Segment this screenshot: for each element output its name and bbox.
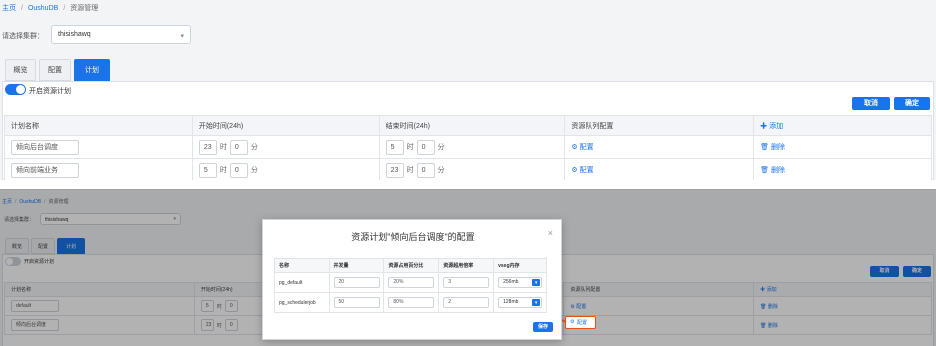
trash-icon: 🗑: [760, 167, 772, 174]
confirm-button[interactable]: 确定: [894, 97, 930, 110]
queue-name: pg_schedulerjob: [274, 292, 330, 313]
config-modal: 资源计划"倾向后台调度"的配置 × 名称 并发量 资源占用百分比 资源超用倍率 …: [262, 219, 562, 340]
breadcrumb: 主页 / OushuDB / 资源管理: [2, 3, 98, 13]
concurrency-input[interactable]: 20: [333, 277, 380, 288]
config-label: 配置: [577, 320, 588, 326]
gear-icon: ⚙: [571, 167, 580, 174]
modal-title: 资源计划"倾向后台调度"的配置: [351, 232, 475, 242]
plan-name-input[interactable]: 倾向后台调度: [11, 139, 79, 155]
header-queue-config: 资源队列配置: [564, 115, 755, 136]
tab-config[interactable]: 配置: [39, 59, 71, 81]
cluster-label: 请选择集群：: [2, 33, 44, 40]
gear-icon: ⚙: [570, 319, 575, 325]
table-row: 倾向后台调度 23 时 0 分 5时0分 ⚙ 配置 🗑 删除: [4, 135, 932, 159]
minute-label: 分: [250, 167, 258, 174]
header-start-time: 开始时间(24h): [191, 115, 380, 136]
plus-icon: ✚: [760, 122, 770, 130]
vseg-value: 128mb: [503, 299, 519, 305]
plan-table: 计划名称 开始时间(24h) 结束时间(24h) 资源队列配置 ✚ 添加 倾向后…: [4, 115, 932, 180]
header-percent: 资源占用百分比: [383, 258, 440, 273]
cluster-select-value: thisishawq: [58, 31, 91, 38]
table-header-row: 计划名称 开始时间(24h) 结束时间(24h) 资源队列配置 ✚ 添加: [4, 115, 932, 136]
end-hour-input[interactable]: 5: [385, 139, 404, 155]
plan-name-input[interactable]: 倾向前端业务: [11, 162, 79, 178]
end-hour-input[interactable]: 23: [385, 162, 404, 178]
modal-header-row: 名称 并发量 资源占用百分比 资源超用倍率 vseg内存: [274, 258, 547, 273]
resource-plan-toggle[interactable]: [5, 84, 26, 95]
toggle-label: 开启资源计划: [29, 88, 71, 95]
header-plan-name: 计划名称: [4, 115, 193, 136]
trash-icon: 🗑: [760, 144, 772, 151]
delete-label: 删除: [771, 144, 786, 151]
header-concurrency: 并发量: [328, 258, 385, 273]
overuse-input[interactable]: 2: [443, 297, 490, 308]
tab-overview[interactable]: 概览: [5, 59, 36, 81]
end-minute-input[interactable]: 0: [416, 139, 435, 155]
percent-input[interactable]: 80%: [388, 297, 435, 308]
hour-label: 时: [219, 144, 227, 151]
add-button[interactable]: ✚ 添加: [753, 115, 932, 136]
queue-config-table: 名称 并发量 资源占用百分比 资源超用倍率 vseg内存 pg_default …: [274, 258, 547, 313]
start-hour-input[interactable]: 5: [198, 162, 217, 178]
save-button[interactable]: 保存: [533, 322, 553, 332]
cluster-select[interactable]: thisishawq ▾: [51, 25, 191, 44]
highlighted-config-link[interactable]: ⚙ 配置: [565, 316, 596, 329]
hour-label: 时: [406, 144, 414, 151]
concurrency-input[interactable]: 50: [333, 297, 380, 308]
minute-label: 分: [250, 144, 258, 151]
start-minute-input[interactable]: 0: [229, 139, 248, 155]
breadcrumb-separator: /: [63, 5, 66, 12]
start-minute-input[interactable]: 0: [229, 162, 248, 178]
gear-icon: ⚙: [571, 144, 580, 151]
chevron-down-icon: ▾: [180, 32, 184, 40]
minute-label: 分: [437, 167, 445, 174]
breadcrumb-oushudb[interactable]: OushuDB: [28, 5, 58, 12]
end-minute-input[interactable]: 0: [416, 162, 435, 178]
config-link[interactable]: ⚙ 配置: [564, 135, 755, 159]
vseg-select[interactable]: 256mb ▾: [498, 277, 543, 288]
header-name: 名称: [274, 258, 330, 273]
start-hour-input[interactable]: 23: [198, 139, 217, 155]
header-vseg: vseg内存: [493, 258, 547, 273]
config-label: 配置: [579, 144, 594, 151]
config-link[interactable]: ⚙ 配置: [564, 158, 755, 180]
chevron-down-icon: ▾: [532, 299, 541, 306]
table-row: 倾向前端业务 5时0分 23 时 0 分 ⚙ 配置 🗑 删除: [4, 158, 932, 180]
delete-link[interactable]: 🗑 删除: [753, 158, 932, 180]
hour-label: 时: [406, 167, 414, 174]
top-panel: 主页 / OushuDB / 资源管理 请选择集群： thisishawq ▾ 概览 配…: [0, 0, 936, 180]
table-row: pg_schedulerjob 50 80% 2 128mb ▾: [274, 292, 547, 313]
percent-input[interactable]: 20%: [388, 277, 435, 288]
overuse-input[interactable]: 3: [443, 277, 490, 288]
cancel-button[interactable]: 取消: [852, 97, 890, 110]
breadcrumb-current: 资源管理: [70, 5, 99, 12]
close-icon[interactable]: ×: [548, 228, 553, 238]
tab-bar: 概览 配置 计划: [5, 59, 110, 81]
delete-link[interactable]: 🗑 删除: [753, 135, 932, 159]
header-end-time: 结束时间(24h): [378, 115, 566, 136]
hour-label: 时: [219, 167, 227, 174]
vseg-select[interactable]: 128mb ▾: [498, 297, 543, 308]
breadcrumb-separator: /: [21, 5, 23, 12]
header-overuse: 资源超用倍率: [438, 258, 495, 273]
add-label: 添加: [769, 122, 784, 130]
breadcrumb-home[interactable]: 主页: [2, 5, 16, 12]
queue-name: pg_default: [274, 272, 330, 293]
vseg-value: 256mb: [503, 279, 519, 285]
minute-label: 分: [437, 144, 445, 151]
config-label: 配置: [579, 167, 594, 174]
toggle-knob: [16, 85, 25, 94]
tab-plan[interactable]: 计划: [74, 59, 110, 81]
delete-label: 删除: [771, 167, 786, 174]
table-row: pg_default 20 20% 3 256mb ▾: [274, 272, 547, 293]
chevron-down-icon: ▾: [532, 279, 541, 286]
